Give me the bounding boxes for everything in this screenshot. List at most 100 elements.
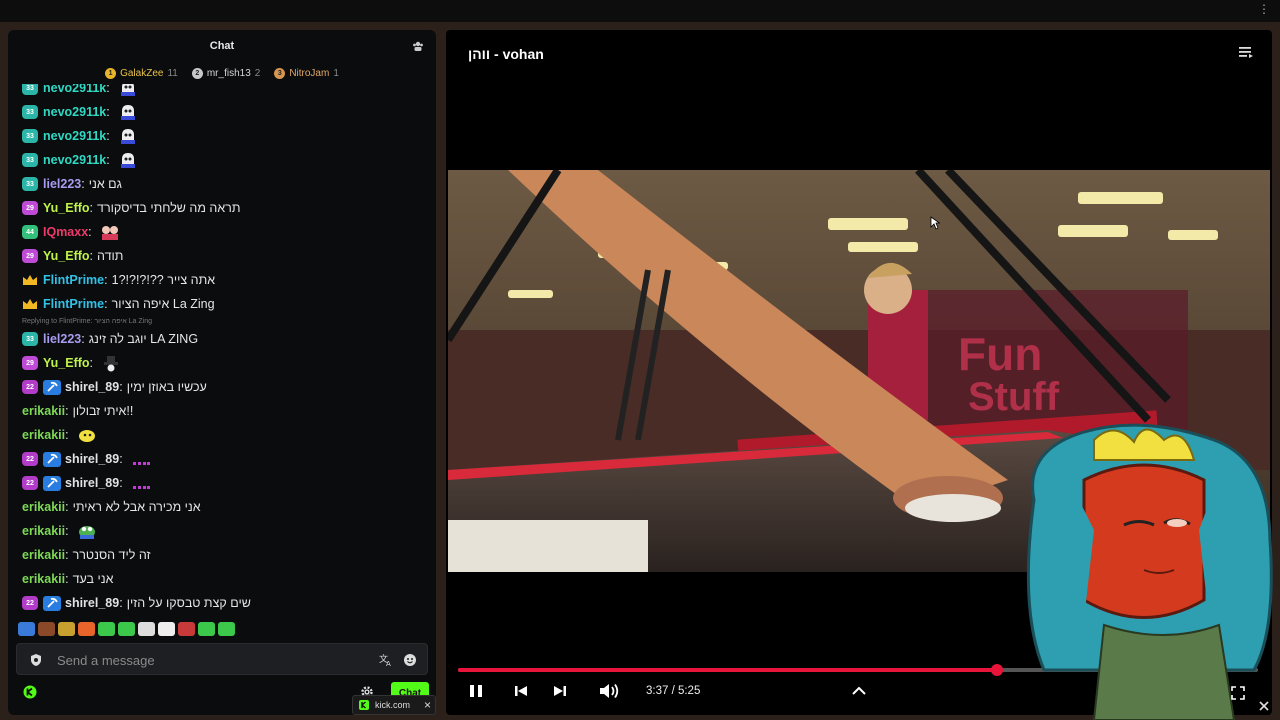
emoji-icon[interactable]	[403, 653, 417, 667]
chat-username[interactable]: shirel_89	[65, 476, 119, 490]
quick-emote[interactable]	[118, 622, 135, 636]
quick-emote[interactable]	[158, 622, 175, 636]
svg-text:A: A	[386, 660, 391, 667]
chat-message[interactable]: 22 shirel_89:	[8, 447, 428, 471]
pickaxe-badge-icon	[43, 451, 61, 467]
chat-username[interactable]: shirel_89	[65, 380, 119, 394]
playlist-icon[interactable]	[1238, 45, 1254, 59]
chat-username[interactable]: shirel_89	[65, 452, 119, 466]
chat-username[interactable]: nevo2911k	[43, 84, 106, 95]
translate-icon[interactable]: 文A	[379, 653, 393, 667]
chat-separator: :	[65, 572, 69, 586]
ghost-emote	[120, 105, 135, 120]
chat-message[interactable]: 33 nevo2911k:	[8, 148, 428, 172]
chat-username[interactable]: erikakii	[22, 404, 65, 418]
leaderboard-entry[interactable]: 3 NitroJam 1	[274, 67, 339, 79]
chat-message[interactable]: erikakii: אני בעד	[8, 567, 428, 591]
next-icon[interactable]	[551, 682, 569, 700]
close-icon[interactable]	[1258, 700, 1270, 712]
chat-message[interactable]: 29 Yu_Effo:	[8, 351, 428, 375]
chat-username[interactable]: IQmaxx	[43, 225, 88, 239]
subscriber-badge: 22	[22, 476, 38, 490]
duo-emote	[101, 226, 118, 240]
chat-message[interactable]: erikakii: איתי זבולון!!	[8, 399, 428, 423]
chat-username[interactable]: liel223	[43, 177, 81, 191]
video-title: ווהן - vohan	[468, 46, 544, 62]
message-input-box[interactable]: 文A	[16, 643, 428, 675]
message-input[interactable]	[57, 650, 357, 670]
quick-emote[interactable]	[198, 622, 215, 636]
hat-emote	[104, 356, 119, 372]
ghost-emote	[120, 129, 135, 144]
chat-message[interactable]: 33 liel223: יוגב לה זינג LA ZING	[8, 327, 428, 351]
chat-message[interactable]: erikakii: אני מכירה אבל לא ראיתי	[8, 495, 428, 519]
kick-logo-icon[interactable]	[23, 685, 37, 699]
chat-message[interactable]: erikakii:	[8, 423, 428, 447]
chat-message[interactable]: 33 nevo2911k:	[8, 84, 428, 100]
quick-emote[interactable]	[18, 622, 35, 636]
chat-username[interactable]: erikakii	[22, 572, 65, 586]
chat-username[interactable]: Yu_Effo	[43, 249, 90, 263]
volume-icon[interactable]	[598, 682, 620, 700]
quick-emote[interactable]	[78, 622, 95, 636]
chat-text: איתי זבולון!!	[72, 404, 134, 418]
chat-message[interactable]: 33 nevo2911k:	[8, 100, 428, 124]
pause-icon[interactable]	[468, 682, 484, 700]
chat-username[interactable]: erikakii	[22, 428, 65, 442]
subscriber-badge: 29	[22, 249, 38, 263]
chat-username[interactable]: erikakii	[22, 500, 65, 514]
chat-separator: :	[119, 380, 123, 394]
fullscreen-icon[interactable]	[1231, 686, 1245, 700]
chat-message[interactable]: FlintPrime: איפה הציור La Zing	[8, 292, 428, 316]
previous-icon[interactable]	[512, 682, 530, 700]
chat-message[interactable]: 33 liel223: גם אני	[8, 172, 428, 196]
blob-emote	[78, 430, 95, 442]
ghost-emote	[120, 153, 135, 168]
chat-username[interactable]: nevo2911k	[43, 129, 106, 143]
chevron-up-icon[interactable]	[850, 682, 868, 700]
chat-message[interactable]: 33 nevo2911k:	[8, 124, 428, 148]
shield-icon[interactable]	[29, 653, 43, 667]
quick-emote[interactable]	[38, 622, 55, 636]
quick-emote[interactable]	[138, 622, 155, 636]
pickaxe-badge-icon	[43, 379, 61, 395]
chat-message[interactable]: 44 IQmaxx:	[8, 220, 428, 244]
chat-message[interactable]: FlintPrime: אתה צייר ??!?!?!?1	[8, 268, 428, 292]
more-icon[interactable]: ⋮	[1258, 3, 1270, 15]
chat-username[interactable]: Yu_Effo	[43, 356, 90, 370]
quick-emote[interactable]	[178, 622, 195, 636]
chat-message[interactable]: erikakii:	[8, 519, 428, 543]
chat-message[interactable]: 22 shirel_89: שים קצת טבסקו על הזין	[8, 591, 428, 615]
chat-separator: :	[119, 452, 123, 466]
leaderboard-user: NitroJam	[289, 67, 330, 79]
chat-username[interactable]: nevo2911k	[43, 105, 106, 119]
chat-users-icon[interactable]	[412, 40, 424, 52]
rank-badge: 3	[274, 67, 286, 79]
quick-emote[interactable]	[218, 622, 235, 636]
chat-username[interactable]: shirel_89	[65, 596, 119, 610]
chat-username[interactable]: erikakii	[22, 524, 65, 538]
progress-knob[interactable]	[991, 664, 1004, 676]
chat-message[interactable]: erikakii: זה ליד הסנטרר	[8, 543, 428, 567]
quick-emote[interactable]	[98, 622, 115, 636]
chat-message[interactable]: 29 Yu_Effo: תודה	[8, 244, 428, 268]
chat-messages[interactable]: 33 nevo2911k: 33 nevo2911k: 33 nevo2911k: 33 ne…	[8, 84, 428, 640]
pickaxe-badge-icon	[43, 475, 61, 491]
chat-username[interactable]: nevo2911k	[43, 153, 106, 167]
chat-message[interactable]: 22 shirel_89: עכשיו באוזן ימין	[8, 375, 428, 399]
leaderboard-entry[interactable]: 1 GalakZee 11	[105, 67, 178, 79]
subscriber-badge: 33	[22, 332, 38, 346]
popup-close-icon[interactable]: ×	[424, 698, 431, 712]
chat-username[interactable]: liel223	[43, 332, 81, 346]
chat-message[interactable]: 22 shirel_89:	[8, 471, 428, 495]
chat-message[interactable]: 29 Yu_Effo: תראה מה שלחתי בדיסקורד	[8, 196, 428, 220]
chat-separator: :	[106, 153, 110, 167]
kick-popup[interactable]: kick.com ×	[352, 695, 436, 715]
chat-username[interactable]: FlintPrime	[43, 297, 104, 311]
chat-username[interactable]: erikakii	[22, 548, 65, 562]
quick-emote[interactable]	[58, 622, 75, 636]
leaderboard-entry[interactable]: 2 mr_fish13 2	[191, 67, 260, 79]
reply-context[interactable]: Replying to FlintPrime: איפה הציור La Zi…	[8, 316, 428, 327]
chat-username[interactable]: FlintPrime	[43, 273, 104, 287]
chat-username[interactable]: Yu_Effo	[43, 201, 90, 215]
